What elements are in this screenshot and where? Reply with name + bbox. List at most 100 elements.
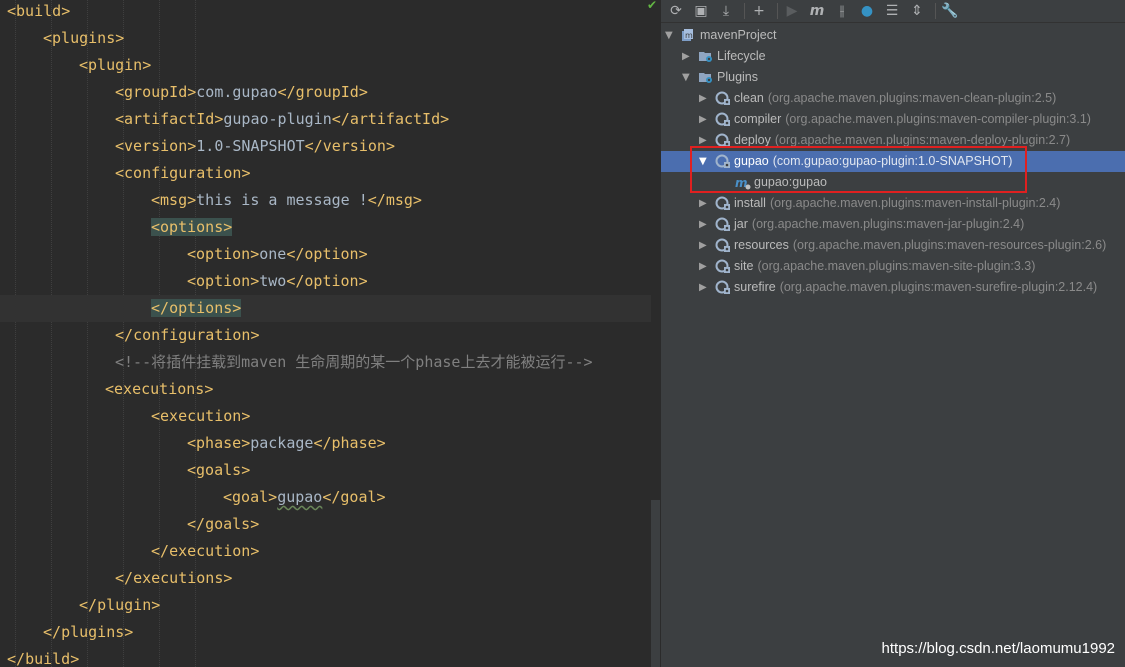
- expand-arrow-down-icon[interactable]: ▼: [699, 151, 709, 172]
- code-line[interactable]: </execution>: [0, 538, 651, 565]
- xml-bracket: >: [250, 542, 260, 560]
- xml-bracket: >: [187, 191, 197, 209]
- code-line[interactable]: </plugins>: [0, 619, 651, 646]
- expand-arrow-right-icon[interactable]: ▶: [699, 193, 709, 214]
- xml-bracket: <: [43, 29, 53, 47]
- code-line[interactable]: <goals>: [0, 457, 651, 484]
- xml-bracket: <: [115, 83, 125, 101]
- tree-node-label: site: [734, 259, 754, 273]
- code-line[interactable]: <plugins>: [0, 25, 651, 52]
- xml-tag-name: goals: [196, 461, 242, 479]
- run-button[interactable]: ▶: [783, 2, 801, 20]
- xml-tag-name: plugins: [52, 29, 116, 47]
- code-line[interactable]: <groupId>com.gupao</groupId>: [0, 79, 651, 106]
- tree-node-plugin[interactable]: ▶ jar (org.apache.maven.plugins:maven-jar-…: [661, 214, 1125, 235]
- code-line-current[interactable]: </options>: [0, 295, 651, 322]
- toggle-offline-button[interactable]: ⫲: [833, 2, 851, 20]
- expand-arrow-right-icon[interactable]: ▶: [699, 130, 709, 151]
- tree-node-plugins[interactable]: ▼ Plugins: [661, 67, 1125, 88]
- code-line[interactable]: </configuration>: [0, 322, 651, 349]
- reimport-button[interactable]: ⟳: [667, 2, 685, 20]
- tree-node-plugin[interactable]: ▼ gupao (com.gupao:gupao-plugin:1.0-SNAPSH…: [661, 151, 1125, 172]
- code-line[interactable]: </plugin>: [0, 592, 651, 619]
- code-line[interactable]: </executions>: [0, 565, 651, 592]
- svg-text:m: m: [685, 31, 693, 40]
- tree-node-plugin[interactable]: ▶ deploy (org.apache.maven.plugins:maven-d…: [661, 130, 1125, 151]
- settings-wrench-button[interactable]: 🔧: [941, 2, 959, 20]
- xml-bracket: <: [79, 56, 89, 74]
- code-line[interactable]: <version>1.0-SNAPSHOT</version>: [0, 133, 651, 160]
- tree-node-lifecycle[interactable]: ▶ Lifecycle: [661, 46, 1125, 67]
- plugin-icon: [715, 238, 731, 253]
- expand-arrow-right-icon[interactable]: ▶: [699, 88, 709, 109]
- xml-tag-name: plugin: [88, 56, 143, 74]
- code-line[interactable]: </build>: [0, 646, 651, 667]
- expand-arrow-right-icon[interactable]: ▶: [699, 214, 709, 235]
- tree-node-coordinates: (com.gupao:gupao-plugin:1.0-SNAPSHOT): [772, 154, 1013, 168]
- xml-bracket: </: [322, 488, 341, 506]
- code-line[interactable]: <artifactId>gupao-plugin</artifactId>: [0, 106, 651, 133]
- code-comment: <!--将插件挂载到maven 生命周期的某一个phase上去才能被运行-->: [115, 353, 593, 371]
- plugin-icon: [715, 112, 731, 127]
- xml-bracket: >: [250, 326, 260, 344]
- collapse-all-button[interactable]: ⇕: [908, 2, 926, 20]
- tree-node-project[interactable]: ▼ m mavenProject: [661, 25, 1125, 46]
- xml-bracket: >: [223, 569, 233, 587]
- toolbar-separator: [935, 3, 936, 19]
- code-line[interactable]: <configuration>: [0, 160, 651, 187]
- code-line[interactable]: <execution>: [0, 403, 651, 430]
- xml-bracket: >: [151, 596, 161, 614]
- xml-tag-name: options: [160, 218, 224, 236]
- code-line[interactable]: <options>: [0, 214, 651, 241]
- code-line[interactable]: <!--将插件挂载到maven 生命周期的某一个phase上去才能被运行-->: [0, 349, 651, 376]
- xml-tag-name: msg: [160, 191, 188, 209]
- code-line[interactable]: <plugin>: [0, 52, 651, 79]
- show-dependencies-button[interactable]: ☰: [883, 2, 901, 20]
- tree-node-plugin[interactable]: ▶ compiler (org.apache.maven.plugins:maven…: [661, 109, 1125, 130]
- xml-tag-name: artifactId: [124, 110, 215, 128]
- tree-node-plugin[interactable]: ▶ site (org.apache.maven.plugins:maven-sit…: [661, 256, 1125, 277]
- xml-bracket: </: [7, 650, 26, 667]
- collapse-all-icon: ⇕: [911, 3, 923, 19]
- add-project-button[interactable]: ▣: [692, 2, 710, 20]
- code-line[interactable]: <option>two</option>: [0, 268, 651, 295]
- xml-tag-name: execution: [160, 407, 242, 425]
- xml-text: package: [250, 434, 314, 452]
- skip-tests-button[interactable]: ●: [858, 2, 876, 20]
- code-line[interactable]: <phase>package</phase>: [0, 430, 651, 457]
- expand-arrow-right-icon[interactable]: ▶: [699, 277, 709, 298]
- code-line[interactable]: <goal>gupao</goal>: [0, 484, 651, 511]
- expand-arrow-down-icon[interactable]: ▼: [682, 67, 692, 88]
- expand-arrow-right-icon[interactable]: ▶: [699, 109, 709, 130]
- xml-bracket: </: [286, 272, 305, 290]
- plus-button[interactable]: +: [750, 2, 768, 20]
- editor-scrollbar[interactable]: [651, 500, 660, 667]
- xml-tag-name: option: [304, 245, 359, 263]
- code-line[interactable]: </goals>: [0, 511, 651, 538]
- download-button[interactable]: ⤓: [717, 2, 735, 20]
- code-line[interactable]: <msg>this is a message !</msg>: [0, 187, 651, 214]
- xml-bracket: </: [115, 326, 134, 344]
- expand-arrow-right-icon[interactable]: ▶: [682, 46, 692, 67]
- expand-arrow-right-icon[interactable]: ▶: [699, 256, 709, 277]
- tree-node-coordinates: (org.apache.maven.plugins:maven-install-…: [769, 196, 1061, 210]
- tree-node-goal[interactable]: m gupao:gupao: [661, 172, 1125, 193]
- code-line[interactable]: <build>: [0, 0, 651, 25]
- tree-node-plugin[interactable]: ▶ clean (org.apache.maven.plugins:maven-cl…: [661, 88, 1125, 109]
- xml-tag-name: options: [169, 299, 233, 317]
- code-editor[interactable]: ✔ <build> <plugins> <plugin> <groupId>com.g…: [0, 0, 661, 667]
- xml-bracket: </: [304, 137, 323, 155]
- tree-node-plugin[interactable]: ▶ resources (org.apache.maven.plugins:mave…: [661, 235, 1125, 256]
- execute-goal-button[interactable]: m: [808, 2, 826, 20]
- xml-bracket: </: [115, 569, 134, 587]
- xml-bracket: >: [241, 407, 251, 425]
- xml-bracket: >: [241, 434, 251, 452]
- code-line[interactable]: <executions>: [0, 376, 651, 403]
- expand-arrow-right-icon[interactable]: ▶: [699, 235, 709, 256]
- plugin-icon: [715, 196, 731, 211]
- tree-node-plugin[interactable]: ▶ surefire (org.apache.maven.plugins:maven…: [661, 277, 1125, 298]
- tree-node-plugin[interactable]: ▶ install (org.apache.maven.plugins:maven-…: [661, 193, 1125, 214]
- code-line[interactable]: <option>one</option>: [0, 241, 651, 268]
- tree-node-label: Lifecycle: [717, 49, 766, 63]
- expand-arrow-down-icon[interactable]: ▼: [665, 25, 675, 46]
